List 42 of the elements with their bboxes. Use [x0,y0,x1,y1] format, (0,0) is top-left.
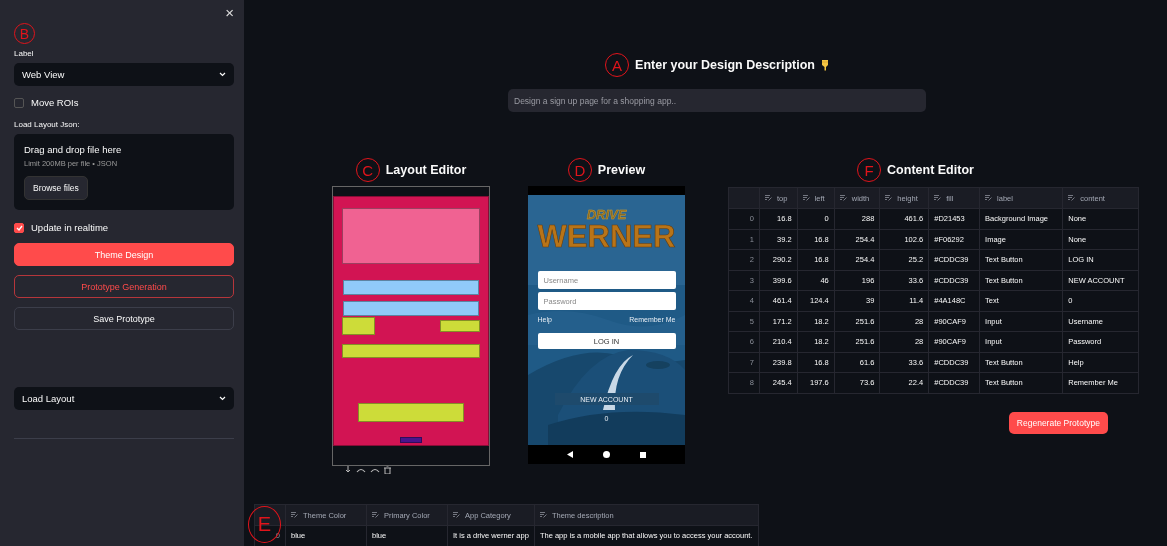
description-input[interactable]: Design a sign up page for a shopping app.. [508,89,926,112]
edit-column-icon [372,512,380,518]
trash-icon[interactable] [384,466,391,474]
browse-files-button[interactable]: Browse files [24,176,88,200]
redo-icon[interactable] [370,466,380,474]
edit-column-icon [765,195,773,201]
checkbox-label: Update in realtime [31,222,109,233]
chevron-down-icon [219,72,226,77]
load-layout-select[interactable]: Load Layout [14,387,234,410]
select-label: Label [14,49,35,58]
label-select[interactable]: Web View [14,63,234,86]
layout-block[interactable] [400,436,422,444]
sidebar-button[interactable]: Save Prototype [14,307,234,330]
edit-column-icon [291,512,299,518]
checkbox[interactable] [14,97,24,108]
edit-column-icon [839,195,848,201]
edit-column-icon [453,512,461,518]
upload-label: Load Layout Json: [14,120,81,129]
logo-text: WERNER [537,221,676,253]
chevron-down-icon [219,396,226,401]
section-title: Layout Editor [385,163,467,177]
edit-column-icon [934,195,943,201]
checkbox-label: Move ROIs [31,97,79,108]
checkbox[interactable] [14,222,24,233]
download-icon[interactable] [344,466,352,474]
dropzone-title: Drag and drop file here [24,144,122,155]
edit-column-icon [885,195,894,201]
edit-column-icon [985,195,994,201]
close-button[interactable]: × [223,5,236,21]
logo-text: DRIVE [586,208,627,221]
page-title: Enter your Design Description [635,58,815,72]
edit-column-icon [1068,195,1077,201]
edit-column-icon [539,512,548,518]
sidebar-button[interactable]: Prototype Generation [14,275,234,298]
home-icon[interactable] [603,451,610,458]
undo-icon[interactable] [356,466,366,474]
edit-column-icon [802,195,811,201]
back-icon[interactable] [567,451,573,458]
pointing-hand-icon [820,59,830,71]
section-title: Content Editor [887,163,974,177]
recent-apps-icon[interactable] [640,451,646,458]
section-title: Preview [597,163,646,177]
